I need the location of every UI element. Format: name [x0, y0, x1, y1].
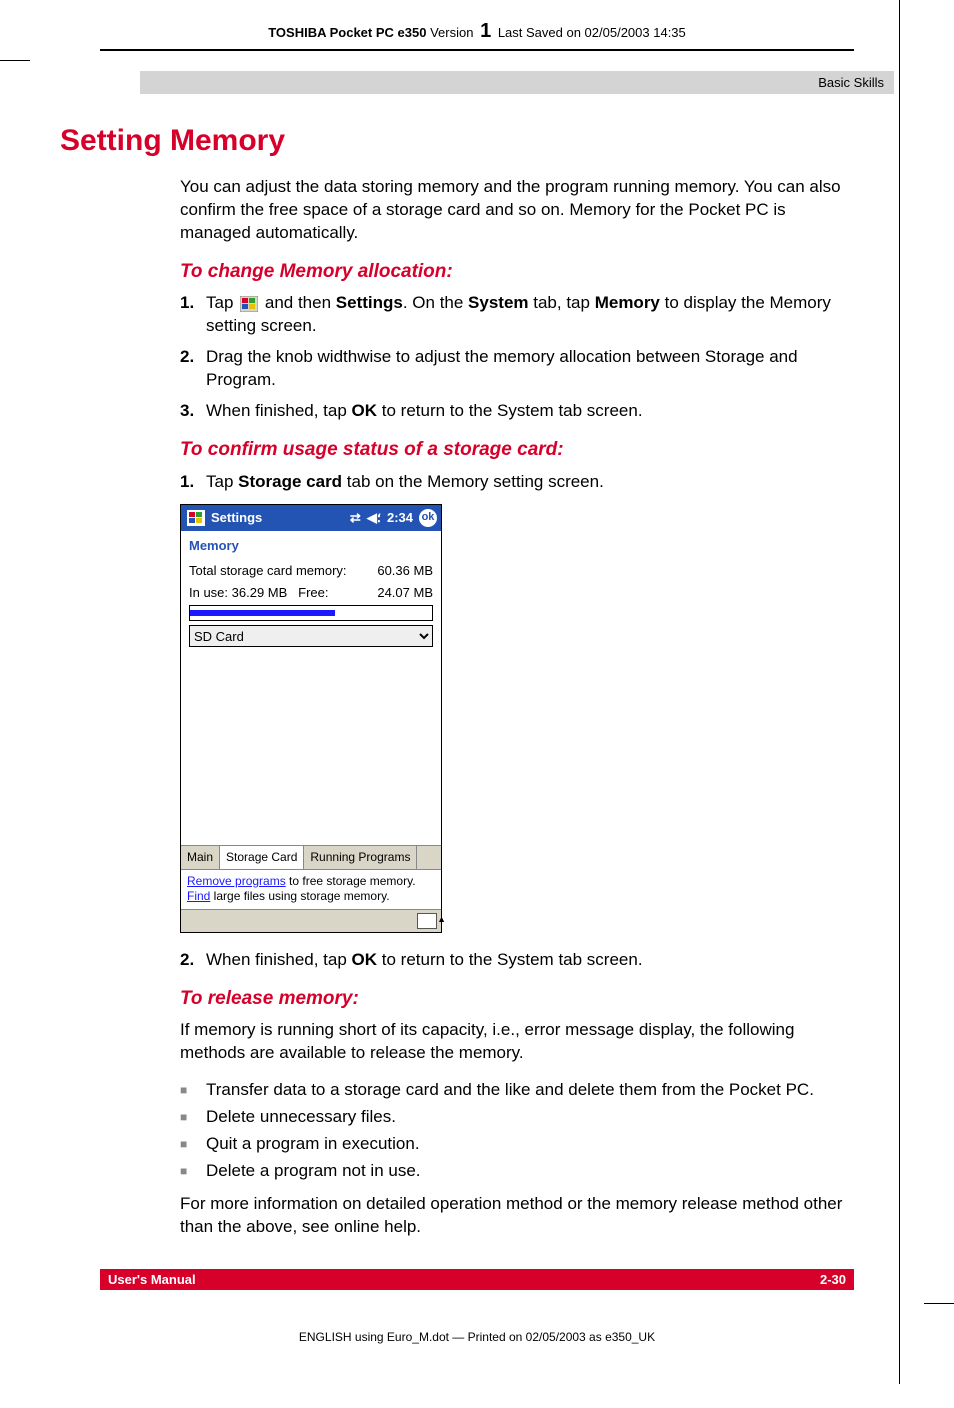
- step-3-text: When finished, tap OK to return to the S…: [206, 400, 854, 423]
- ok-button[interactable]: ok: [419, 509, 437, 527]
- product-name: TOSHIBA Pocket PC e350: [268, 25, 426, 40]
- tab-storage-card[interactable]: Storage Card: [220, 846, 304, 868]
- footer-right: 2-30: [820, 1272, 846, 1287]
- tab-running-programs[interactable]: Running Programs: [304, 846, 417, 868]
- saved-text: Last Saved on 02/05/2003 14:35: [498, 25, 686, 40]
- version-number: 1: [480, 20, 491, 42]
- usage-row: In use: 36.29 MB Free: 24.07 MB: [189, 584, 433, 602]
- bullet-1: Transfer data to a storage card and the …: [206, 1079, 814, 1102]
- windows-start-icon: [240, 296, 258, 312]
- step-1b-text: Tap Storage card tab on the Memory setti…: [206, 471, 854, 494]
- tab-main[interactable]: Main: [181, 846, 220, 868]
- pda-title: Settings: [211, 509, 262, 527]
- release-outro: For more information on detailed operati…: [180, 1193, 854, 1239]
- memory-heading: Memory: [181, 531, 441, 555]
- version-label: Version: [430, 25, 473, 40]
- footer-left: User's Manual: [108, 1272, 196, 1287]
- step-number: 3.: [180, 400, 206, 423]
- pda-link-area: Remove programs to free storage memory. …: [181, 870, 441, 909]
- subheading-storage-card: To confirm usage status of a storage car…: [180, 437, 854, 463]
- connectivity-icon[interactable]: ⇄: [350, 509, 361, 527]
- step-2-text: Drag the knob widthwise to adjust the me…: [206, 346, 854, 392]
- pda-titlebar: Settings ⇄ ◀؛ 2:34 ok: [181, 505, 441, 531]
- bullet-2: Delete unnecessary files.: [206, 1106, 396, 1129]
- footer-bar: User's Manual 2-30: [100, 1269, 854, 1290]
- header-rule: [100, 49, 854, 51]
- subheading-release: To release memory:: [180, 986, 854, 1012]
- usage-bar: [189, 605, 433, 621]
- step-number: 2.: [180, 949, 206, 972]
- pda-tabs: Main Storage Card Running Programs: [181, 845, 441, 869]
- step-number: 2.: [180, 346, 206, 392]
- pocketpc-screenshot: Settings ⇄ ◀؛ 2:34 ok Memory Total stora…: [180, 504, 442, 933]
- find-link[interactable]: Find: [187, 889, 210, 903]
- intro-paragraph: You can adjust the data storing memory a…: [180, 176, 854, 245]
- step-2c-text: When finished, tap OK to return to the S…: [206, 949, 854, 972]
- subheading-allocation: To change Memory allocation:: [180, 259, 854, 285]
- keyboard-icon[interactable]: [417, 913, 437, 929]
- print-footer: ENGLISH using Euro_M.dot — Printed on 02…: [60, 1330, 894, 1344]
- page-header: TOSHIBA Pocket PC e350 Version 1 Last Sa…: [60, 20, 894, 43]
- bullet-3: Quit a program in execution.: [206, 1133, 420, 1156]
- speaker-icon[interactable]: ◀؛: [367, 509, 381, 527]
- section-bar: Basic Skills: [140, 71, 894, 94]
- bullet-4: Delete a program not in use.: [206, 1160, 421, 1183]
- sip-row: [181, 909, 441, 932]
- pda-time: 2:34: [387, 509, 413, 527]
- step-number: 1.: [180, 471, 206, 494]
- step-number: 1.: [180, 292, 206, 338]
- release-intro: If memory is running short of its capaci…: [180, 1019, 854, 1065]
- windows-start-icon[interactable]: [187, 510, 205, 526]
- card-selector[interactable]: SD Card: [189, 625, 433, 647]
- step-1-text: Tap and then Settings. On the System tab…: [206, 292, 854, 338]
- page-title: Setting Memory: [60, 124, 894, 158]
- remove-programs-link[interactable]: Remove programs: [187, 874, 286, 888]
- total-memory-row: Total storage card memory: 60.36 MB: [189, 562, 433, 580]
